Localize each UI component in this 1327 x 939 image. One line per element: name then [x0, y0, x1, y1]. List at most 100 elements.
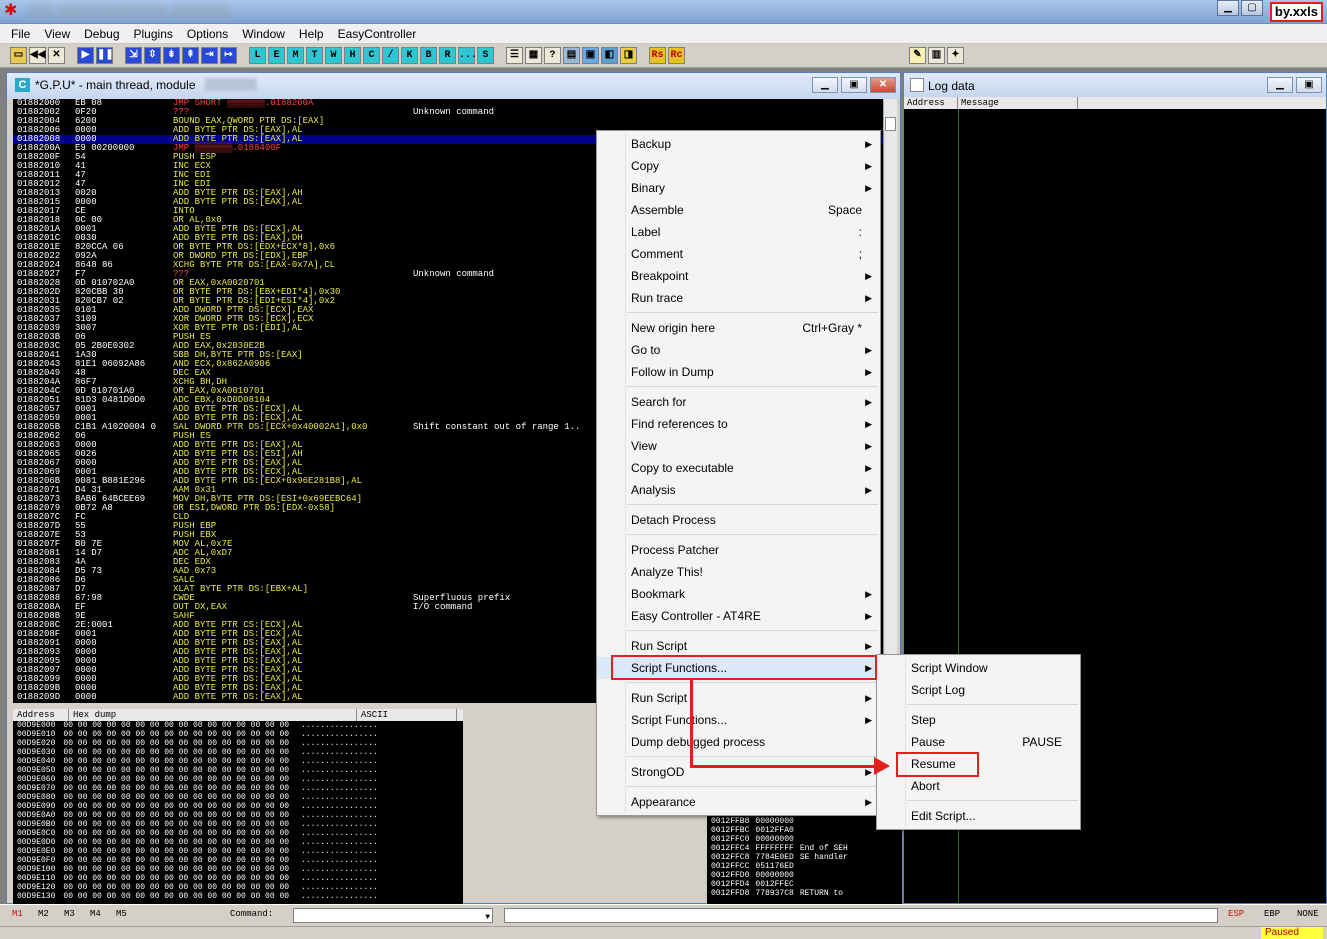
- dump-row[interactable]: 00D9E010 00 00 00 00 00 00 00 00 00 00 00…: [17, 730, 463, 739]
- window-button-1[interactable]: E: [268, 47, 285, 64]
- context-menu-item-follow-in-dump[interactable]: Follow in Dump ▶: [597, 361, 880, 383]
- menu-options[interactable]: Options: [180, 24, 235, 44]
- dump-row[interactable]: 00D9E120 00 00 00 00 00 00 00 00 00 00 00…: [17, 883, 463, 892]
- memory-tab-2[interactable]: M2: [38, 909, 49, 919]
- menu-help[interactable]: Help: [292, 24, 331, 44]
- context-menu-item-search-for[interactable]: Search for ▶: [597, 391, 880, 413]
- memory-tab-5[interactable]: M5: [116, 909, 127, 919]
- run-icon[interactable]: ▶: [77, 47, 94, 64]
- memory-tab-3[interactable]: M3: [64, 909, 75, 919]
- stack-row[interactable]: 0012FFB8 00000000: [711, 817, 902, 826]
- window-button-7[interactable]: /: [382, 47, 399, 64]
- context-menu-item-analyze-this[interactable]: Analyze This!: [597, 561, 880, 583]
- window-button-10[interactable]: R: [439, 47, 456, 64]
- plugin-c-icon[interactable]: ◧: [601, 47, 618, 64]
- trace-into-icon[interactable]: ⇟: [163, 47, 180, 64]
- close-icon[interactable]: ✕: [870, 77, 896, 93]
- window-button-8[interactable]: K: [401, 47, 418, 64]
- plugin-d-icon[interactable]: ◨: [620, 47, 637, 64]
- submenu-item-pause[interactable]: Pause PAUSE: [877, 731, 1080, 753]
- dump-row[interactable]: 00D9E090 00 00 00 00 00 00 00 00 00 00 00…: [17, 802, 463, 811]
- menu-debug[interactable]: Debug: [77, 24, 126, 44]
- rs-button[interactable]: Rs: [649, 47, 666, 64]
- stack-row[interactable]: 0012FFCC 051176ED: [711, 862, 902, 871]
- window-button-9[interactable]: B: [420, 47, 437, 64]
- submenu-item-script-window[interactable]: Script Window: [877, 657, 1080, 679]
- dump-row[interactable]: 00D9E0F0 00 00 00 00 00 00 00 00 00 00 00…: [17, 856, 463, 865]
- context-menu-item-bookmark[interactable]: Bookmark ▶: [597, 583, 880, 605]
- stack-row[interactable]: 0012FFBC 0012FFA0: [711, 826, 902, 835]
- stack-pane[interactable]: 0012FFB4000000000012FFB8000000000012FFBC…: [707, 808, 902, 905]
- pause-icon[interactable]: ❚❚: [96, 47, 114, 64]
- dump-row[interactable]: 00D9E0C0 00 00 00 00 00 00 00 00 00 00 00…: [17, 829, 463, 838]
- minimize-icon[interactable]: ▁: [1217, 0, 1239, 16]
- open-icon[interactable]: ▭: [10, 47, 27, 64]
- minimize-icon[interactable]: ▁: [812, 77, 838, 93]
- help-icon[interactable]: ?: [544, 47, 561, 64]
- context-menu-item-easy-controller-at4re[interactable]: Easy Controller - AT4RE ▶: [597, 605, 880, 627]
- restore-icon[interactable]: ▣: [841, 77, 867, 93]
- plugin-b-icon[interactable]: ▣: [582, 47, 599, 64]
- context-menu-item-run-trace[interactable]: Run trace ▶: [597, 287, 880, 309]
- dump-row[interactable]: 00D9E100 00 00 00 00 00 00 00 00 00 00 00…: [17, 865, 463, 874]
- context-menu-item-run-script[interactable]: Run Script ▶: [597, 635, 880, 657]
- dump-row[interactable]: 00D9E000 00 00 00 00 00 00 00 00 00 00 00…: [17, 721, 463, 730]
- context-menu-item-binary[interactable]: Binary ▶: [597, 177, 880, 199]
- reg-esp[interactable]: ESP: [1228, 909, 1244, 919]
- notes-icon[interactable]: ✎: [909, 47, 926, 64]
- stack-row[interactable]: 0012FFD8 778937C8 RETURN to: [711, 889, 902, 898]
- rewind-icon[interactable]: ◀◀: [29, 47, 46, 64]
- dump-row[interactable]: 00D9E030 00 00 00 00 00 00 00 00 00 00 00…: [17, 748, 463, 757]
- dump-row[interactable]: 00D9E080 00 00 00 00 00 00 00 00 00 00 00…: [17, 793, 463, 802]
- plugin-a-icon[interactable]: ▤: [563, 47, 580, 64]
- stack-row[interactable]: 0012FFC0 00000000: [711, 835, 902, 844]
- submenu-item-edit-script[interactable]: Edit Script...: [877, 805, 1080, 827]
- dump-row[interactable]: 00D9E050 00 00 00 00 00 00 00 00 00 00 00…: [17, 766, 463, 775]
- dump-row[interactable]: 00D9E0B0 00 00 00 00 00 00 00 00 00 00 00…: [17, 820, 463, 829]
- context-menu-item-analysis[interactable]: Analysis ▶: [597, 479, 880, 501]
- window-button-5[interactable]: H: [344, 47, 361, 64]
- context-menu-item-run-script[interactable]: Run Script ▶: [597, 687, 880, 709]
- menu-view[interactable]: View: [37, 24, 77, 44]
- disassembly-scrollbar[interactable]: [883, 99, 897, 703]
- window-button-11[interactable]: ...: [458, 47, 477, 64]
- dump-row[interactable]: 00D9E0E0 00 00 00 00 00 00 00 00 00 00 00…: [17, 847, 463, 856]
- close-icon[interactable]: ✕: [48, 47, 65, 64]
- context-menu-item-label[interactable]: Label:: [597, 221, 880, 243]
- dump-row[interactable]: 00D9E070 00 00 00 00 00 00 00 00 00 00 00…: [17, 784, 463, 793]
- trace-over-icon[interactable]: ⇞: [182, 47, 199, 64]
- go-to-icon[interactable]: ↦: [220, 47, 237, 64]
- context-menu-item-appearance[interactable]: Appearance ▶: [597, 791, 880, 813]
- reg-none[interactable]: NONE: [1297, 909, 1319, 919]
- context-menu-item-new-origin-here[interactable]: New origin here Ctrl+Gray *: [597, 317, 880, 339]
- chevron-down-icon[interactable]: ▼: [485, 913, 490, 922]
- memory-tab-4[interactable]: M4: [90, 909, 101, 919]
- dump-row[interactable]: 00D9E110 00 00 00 00 00 00 00 00 00 00 00…: [17, 874, 463, 883]
- dump-row[interactable]: 00D9E0D0 00 00 00 00 00 00 00 00 00 00 00…: [17, 838, 463, 847]
- window-button-2[interactable]: M: [287, 47, 304, 64]
- minimize-icon[interactable]: ▁: [1267, 77, 1293, 93]
- context-menu-item-breakpoint[interactable]: Breakpoint ▶: [597, 265, 880, 287]
- disasm-row[interactable]: 01882002 0F20??? Unknown command: [13, 108, 897, 117]
- dump-row[interactable]: 00D9E130 00 00 00 00 00 00 00 00 00 00 00…: [17, 892, 463, 901]
- dump-row[interactable]: 00D9E020 00 00 00 00 00 00 00 00 00 00 00…: [17, 739, 463, 748]
- context-menu-item-find-references-to[interactable]: Find references to ▶: [597, 413, 880, 435]
- context-menu-item-backup[interactable]: Backup ▶: [597, 133, 880, 155]
- execute-till-return-icon[interactable]: ⇥: [201, 47, 218, 64]
- window-button-6[interactable]: C: [363, 47, 380, 64]
- context-menu-item-detach-process[interactable]: Detach Process: [597, 509, 880, 531]
- memory-tab-1[interactable]: M1: [12, 909, 23, 919]
- maximize-icon[interactable]: ▢: [1241, 0, 1263, 16]
- context-menu-item-copy[interactable]: Copy ▶: [597, 155, 880, 177]
- window-button-12[interactable]: S: [477, 47, 494, 64]
- command-dropdown[interactable]: ▼: [293, 908, 493, 923]
- window-button-0[interactable]: L: [249, 47, 266, 64]
- dump-row[interactable]: 00D9E040 00 00 00 00 00 00 00 00 00 00 00…: [17, 757, 463, 766]
- window-button-3[interactable]: T: [306, 47, 323, 64]
- menu-plugins[interactable]: Plugins: [127, 24, 180, 44]
- menu-file[interactable]: File: [4, 24, 37, 44]
- grid-icon[interactable]: ▦: [525, 47, 542, 64]
- context-menu-item-dump-debugged-process[interactable]: Dump debugged process: [597, 731, 880, 753]
- step-over-icon[interactable]: ⇳: [144, 47, 161, 64]
- context-menu-item-view[interactable]: View ▶: [597, 435, 880, 457]
